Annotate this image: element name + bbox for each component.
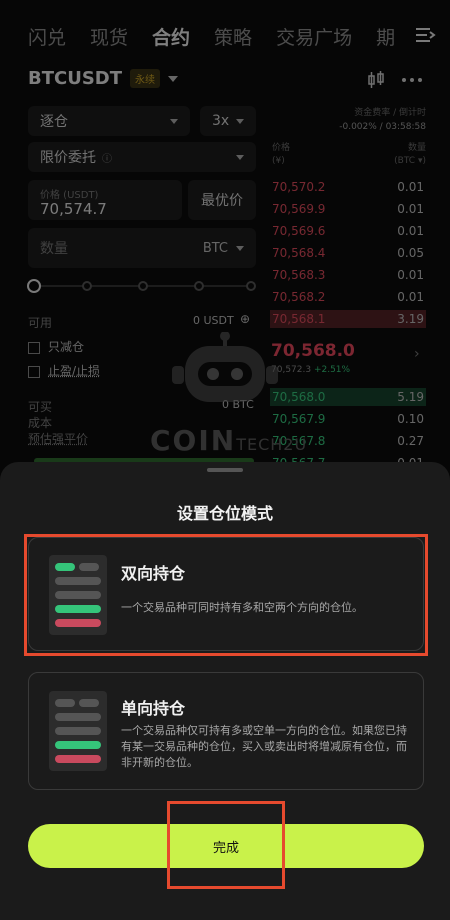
one-way-mode-icon: [49, 691, 107, 771]
option-description: 一个交易品种仅可持有多或空单一方向的仓位。如果您已持有某一交易品种的仓位，买入或…: [121, 724, 407, 769]
highlight-box: [167, 801, 285, 889]
sheet-drag-handle[interactable]: [207, 468, 243, 472]
option-one-way-mode[interactable]: 单向持仓 一个交易品种仅可持有多或空单一方向的仓位。如果您已持有某一交易品种的仓…: [28, 672, 424, 790]
option-title: 单向持仓: [121, 699, 186, 718]
sheet-title: 设置仓位模式: [176, 504, 273, 523]
highlight-box: [24, 534, 428, 656]
